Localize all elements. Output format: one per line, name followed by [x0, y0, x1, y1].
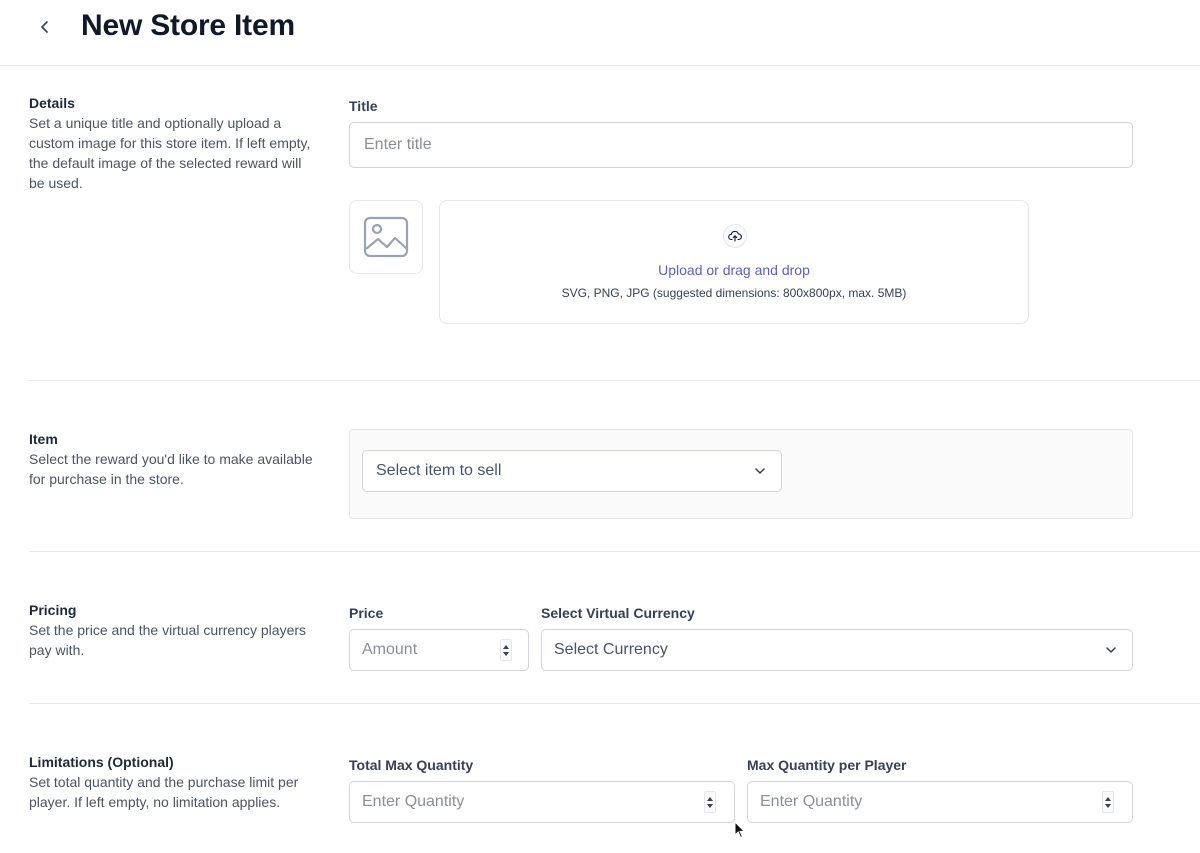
total-max-quantity-input[interactable]: Enter Quantity — [349, 781, 735, 823]
price-label: Price — [349, 605, 384, 621]
image-placeholder-icon — [363, 216, 409, 258]
max-quantity-per-player-label: Max Quantity per Player — [747, 757, 907, 773]
item-description: Select the reward you'd like to make ava… — [29, 451, 313, 487]
per-player-quantity-stepper[interactable] — [1102, 791, 1114, 813]
chevron-down-icon — [1106, 647, 1116, 653]
limitations-description: Set total quantity and the purchase limi… — [29, 774, 299, 810]
page-header: New Store Item — [0, 0, 1200, 66]
pricing-description: Set the price and the virtual currency p… — [29, 622, 307, 658]
image-upload-dropzone[interactable]: Upload or drag and drop SVG, PNG, JPG (s… — [439, 200, 1029, 324]
decrement-icon — [1105, 803, 1111, 808]
price-input-placeholder: Amount — [362, 641, 418, 658]
details-description: Set a unique title and optionally upload… — [29, 115, 311, 191]
title-input[interactable]: Enter title — [349, 122, 1133, 168]
upload-cloud-icon — [723, 224, 747, 248]
upload-hint: SVG, PNG, JPG (suggested dimensions: 800… — [561, 286, 907, 300]
decrement-icon — [707, 803, 713, 808]
currency-select-placeholder: Select Currency — [554, 641, 668, 658]
increment-icon — [503, 644, 509, 649]
max-quantity-per-player-input[interactable]: Enter Quantity — [747, 781, 1133, 823]
pricing-title: Pricing — [29, 602, 77, 618]
back-button[interactable] — [33, 15, 57, 39]
chevron-left-icon — [41, 21, 48, 33]
limitations-section-header: Limitations (Optional) Set total quantit… — [29, 752, 314, 812]
upload-link[interactable]: Upload or drag and drop — [440, 262, 1028, 278]
page: New Store Item Details Set a unique titl… — [0, 0, 1200, 853]
item-panel: Select item to sell — [349, 429, 1133, 519]
details-title: Details — [29, 95, 75, 111]
section-divider — [29, 703, 1200, 704]
title-input-placeholder: Enter title — [364, 136, 432, 153]
currency-select[interactable]: Select Currency — [541, 629, 1133, 671]
item-title: Item — [29, 431, 58, 447]
section-divider — [29, 380, 1200, 381]
page-title: New Store Item — [81, 9, 295, 42]
title-label: Title — [349, 98, 378, 114]
increment-icon — [707, 796, 713, 801]
item-section-header: Item Select the reward you'd like to mak… — [29, 429, 314, 489]
currency-label: Select Virtual Currency — [541, 605, 695, 621]
total-max-quantity-label: Total Max Quantity — [349, 757, 474, 773]
max-quantity-per-player-placeholder: Enter Quantity — [760, 793, 863, 810]
mouse-cursor-icon — [734, 821, 746, 839]
price-stepper[interactable] — [500, 639, 512, 661]
limitations-title: Limitations (Optional) — [29, 754, 174, 770]
section-divider — [29, 551, 1200, 552]
increment-icon — [1105, 796, 1111, 801]
chevron-down-icon — [755, 468, 765, 474]
decrement-icon — [503, 651, 509, 656]
price-input[interactable]: Amount — [349, 629, 529, 671]
item-select-placeholder: Select item to sell — [376, 462, 502, 479]
details-section-header: Details Set a unique title and optionall… — [29, 93, 314, 193]
item-select[interactable]: Select item to sell — [362, 450, 782, 492]
total-quantity-stepper[interactable] — [704, 791, 716, 813]
total-max-quantity-placeholder: Enter Quantity — [362, 793, 465, 810]
pricing-section-header: Pricing Set the price and the virtual cu… — [29, 600, 314, 660]
image-preview — [349, 200, 423, 274]
